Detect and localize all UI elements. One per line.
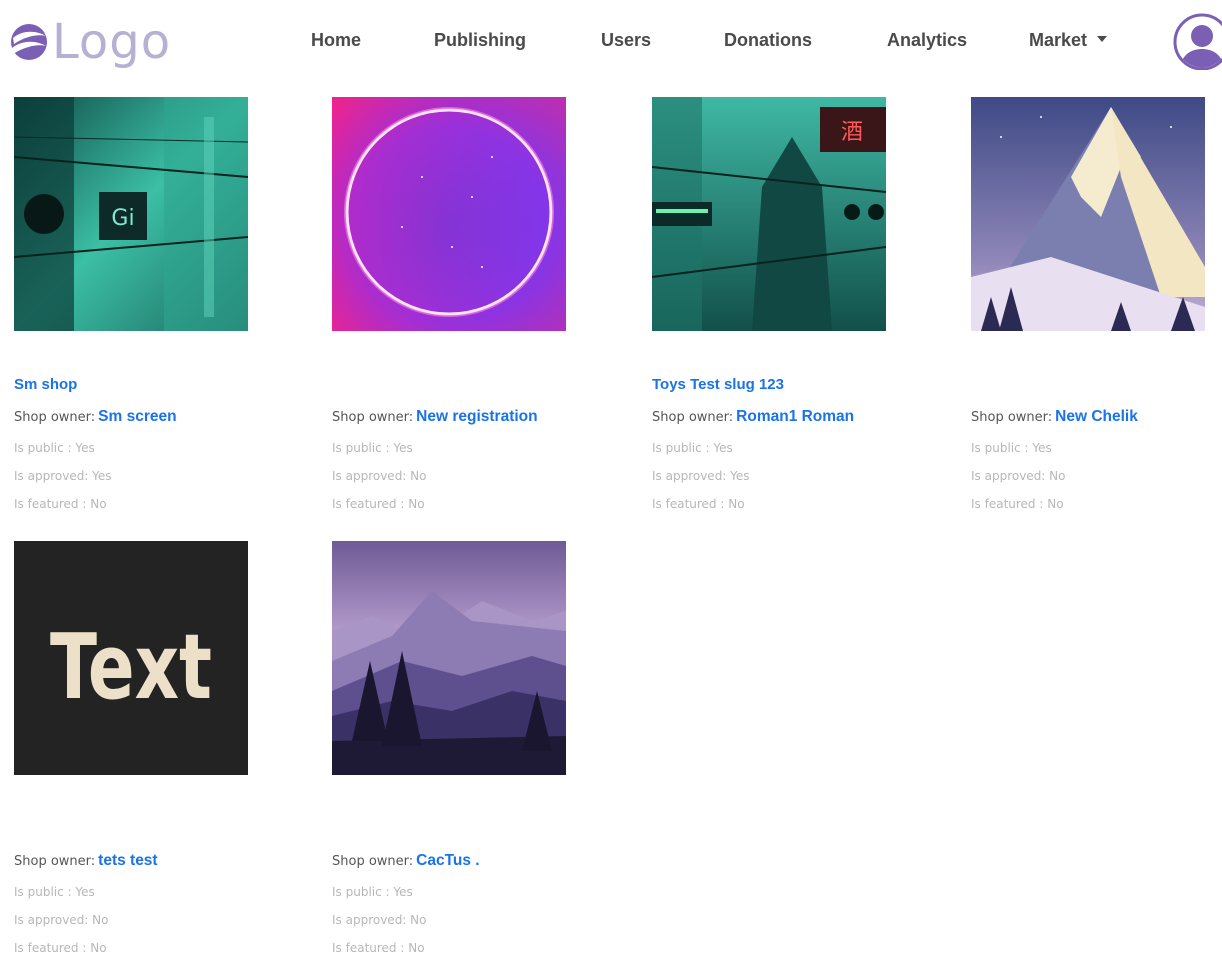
nav-users[interactable]: Users xyxy=(601,30,651,51)
is-featured-text: Is featured : No xyxy=(14,497,107,511)
logo-icon xyxy=(11,24,47,60)
image-text: Text xyxy=(50,615,212,720)
shop-owner-link[interactable]: New registration xyxy=(416,408,537,425)
shop-name-link[interactable]: Toys Test slug 123 xyxy=(652,376,784,393)
nav-market-label: Market xyxy=(1029,30,1088,50)
shop-card: Gi Sm shop Shop owner: Sm screen Is publi… xyxy=(14,97,314,517)
shop-owner: Shop owner: CacTus . xyxy=(332,852,480,870)
shop-owner-label: Shop owner: xyxy=(652,410,734,425)
is-approved-text: Is approved: No xyxy=(971,469,1066,483)
is-public-text: Is public : Yes xyxy=(652,441,733,455)
shop-owner-link[interactable]: CacTus . xyxy=(416,852,479,869)
shop-owner-label: Shop owner: xyxy=(971,410,1053,425)
svg-text:Gi: Gi xyxy=(111,206,134,231)
is-featured-text: Is featured : No xyxy=(14,941,107,955)
is-public-text: Is public : Yes xyxy=(332,441,413,455)
shop-owner-link[interactable]: tets test xyxy=(98,852,157,869)
cyberpunk-street-image: Gi xyxy=(14,97,248,331)
nav-home[interactable]: Home xyxy=(311,30,361,51)
is-public-text: Is public : Yes xyxy=(14,885,95,899)
top-navbar: Logo Home Publishing Users Donations Ana… xyxy=(0,0,1222,88)
chevron-down-icon xyxy=(1097,36,1108,43)
shop-name-link[interactable]: Sm shop xyxy=(14,376,77,393)
is-public-text: Is public : Yes xyxy=(332,885,413,899)
shop-thumbnail[interactable] xyxy=(332,97,566,331)
nav-market-dropdown[interactable]: Market xyxy=(1029,30,1108,51)
is-approved-text: Is approved: No xyxy=(332,469,427,483)
purple-mountains-image xyxy=(332,541,566,775)
nav-donations[interactable]: Donations xyxy=(724,30,812,51)
is-public-text: Is public : Yes xyxy=(971,441,1052,455)
shop-card: Shop owner: New registration Is public : … xyxy=(332,97,632,517)
shop-thumbnail[interactable] xyxy=(332,541,566,775)
is-approved-text: Is approved: No xyxy=(14,913,109,927)
neon-circle-image xyxy=(332,97,566,331)
shop-card: 酒 Toys Test slug 123 Shop owner: Roman1 R… xyxy=(652,97,952,517)
shop-thumbnail[interactable]: Gi xyxy=(14,97,248,331)
is-approved-text: Is approved: Yes xyxy=(14,469,112,483)
is-public-text: Is public : Yes xyxy=(14,441,95,455)
shop-thumbnail[interactable]: 酒 xyxy=(652,97,886,331)
is-approved-text: Is approved: No xyxy=(332,913,427,927)
brand-logo[interactable]: Logo xyxy=(10,14,171,70)
cyberpunk-city-image: 酒 xyxy=(652,97,886,331)
shop-owner-link[interactable]: New Chelik xyxy=(1055,408,1138,425)
shop-owner-link[interactable]: Sm screen xyxy=(98,408,176,425)
is-featured-text: Is featured : No xyxy=(652,497,745,511)
is-approved-text: Is approved: Yes xyxy=(652,469,750,483)
is-featured-text: Is featured : No xyxy=(332,497,425,511)
nav-analytics[interactable]: Analytics xyxy=(887,30,967,51)
is-featured-text: Is featured : No xyxy=(332,941,425,955)
shop-owner-label: Shop owner: xyxy=(332,854,414,869)
shop-owner-link[interactable]: Roman1 Roman xyxy=(736,408,854,425)
logo-text: Logo xyxy=(52,14,172,70)
text-placeholder-image: Text xyxy=(14,541,248,775)
shop-owner-label: Shop owner: xyxy=(14,410,96,425)
shop-card: Shop owner: CacTus . Is public : Yes Is a… xyxy=(332,541,632,955)
shop-card: Text Shop owner: tets test Is public : Ye… xyxy=(14,541,314,955)
snowy-mountain-image xyxy=(971,97,1205,331)
shop-owner-label: Shop owner: xyxy=(14,854,96,869)
user-avatar[interactable] xyxy=(1172,12,1222,70)
is-featured-text: Is featured : No xyxy=(971,497,1064,511)
shop-owner: Shop owner: Sm screen xyxy=(14,408,177,426)
shop-owner-label: Shop owner: xyxy=(332,410,414,425)
shop-owner: Shop owner: New registration xyxy=(332,408,538,426)
svg-text:酒: 酒 xyxy=(841,120,863,145)
shop-owner: Shop owner: Roman1 Roman xyxy=(652,408,854,426)
shop-thumbnail[interactable]: Text xyxy=(14,541,248,775)
shop-owner: Shop owner: tets test xyxy=(14,852,158,870)
shop-card: Shop owner: New Chelik Is public : Yes Is… xyxy=(971,97,1222,517)
nav-publishing[interactable]: Publishing xyxy=(434,30,526,51)
shop-thumbnail[interactable] xyxy=(971,97,1205,331)
shop-owner: Shop owner: New Chelik xyxy=(971,408,1138,426)
user-avatar-icon xyxy=(1173,13,1222,70)
